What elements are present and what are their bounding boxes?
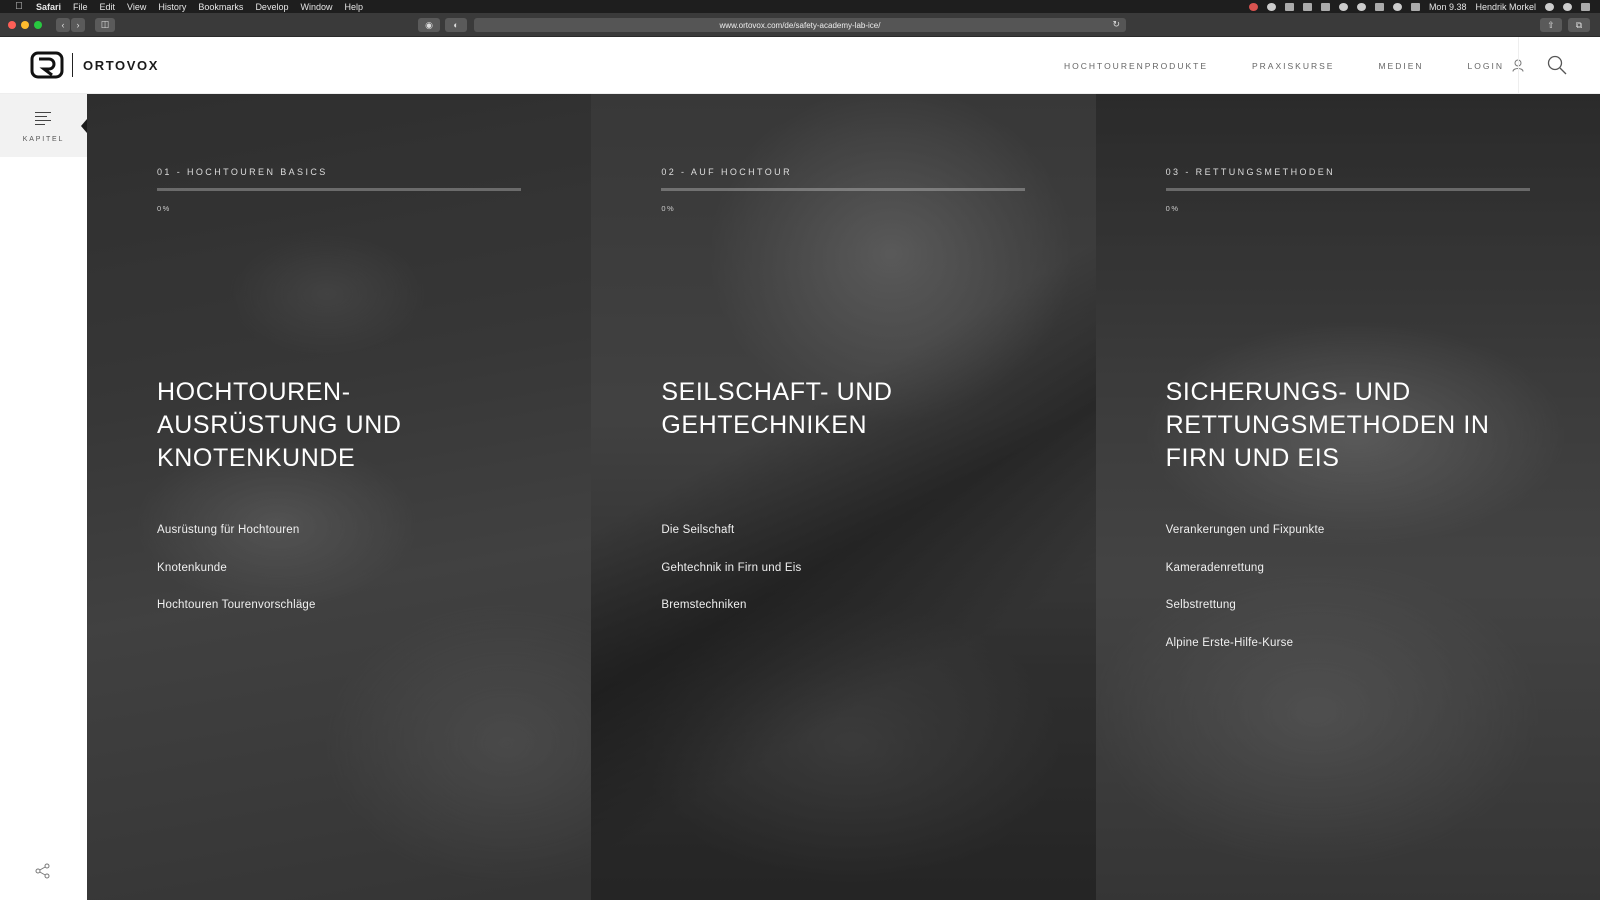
- status-app-icon[interactable]: [1320, 2, 1330, 11]
- status-app-icon[interactable]: [1284, 2, 1294, 11]
- url-text: www.ortovox.com/de/safety-academy-lab-ic…: [719, 20, 881, 30]
- os-menubar:  Safari File Edit View History Bookmark…: [0, 0, 1600, 13]
- bluetooth-icon[interactable]: [1374, 2, 1384, 11]
- chapter-panels: 01 - HOCHTOUREN BASICS 0% HOCHTOUREN-AUS…: [87, 94, 1600, 900]
- chapter-panel-2[interactable]: 02 - AUF HOCHTOUR 0% SEILSCHAFT- UND GEH…: [591, 94, 1096, 900]
- kapitel-label: KAPITEL: [22, 136, 65, 143]
- status-app-icon[interactable]: [1248, 2, 1258, 11]
- menu-app[interactable]: Safari: [36, 2, 61, 12]
- progress-bar: [157, 188, 521, 191]
- ortovox-logo[interactable]: ORTOVOX: [30, 51, 159, 79]
- nav-hochtourenprodukte[interactable]: HOCHTOURENPRODUKTE: [1064, 61, 1208, 71]
- notification-center-icon[interactable]: [1581, 2, 1590, 11]
- progress-label: 0%: [661, 204, 676, 213]
- chapter-heading[interactable]: SEILSCHAFT- UND GEHTECHNIKEN: [661, 376, 1021, 442]
- nav-medien[interactable]: MEDIEN: [1378, 61, 1423, 71]
- chapter-kicker: 02 - AUF HOCHTOUR: [661, 167, 792, 177]
- apple-icon[interactable]: : [12, 1, 26, 12]
- toolbar-right: ⇧ ⧉: [1540, 18, 1590, 32]
- menu-edit[interactable]: Edit: [100, 2, 116, 12]
- site-header: ORTOVOX HOCHTOURENPRODUKTE PRAXISKURSE M…: [0, 37, 1600, 94]
- menu-window[interactable]: Window: [300, 2, 332, 12]
- progress-bar: [661, 188, 1026, 191]
- share-icon[interactable]: [34, 862, 52, 880]
- header-divider: [1518, 37, 1519, 94]
- chapter-link[interactable]: Bremstechniken: [661, 599, 801, 637]
- chapter-kicker: 01 - HOCHTOUREN BASICS: [157, 167, 328, 177]
- shield-icon[interactable]: ◐: [445, 18, 467, 32]
- share-page-button[interactable]: ⇧: [1540, 18, 1562, 32]
- panel-overlay: [87, 94, 592, 900]
- chapter-list: Ausrüstung für Hochtouren Knotenkunde Ho…: [157, 524, 316, 637]
- status-app-icon[interactable]: [1302, 2, 1312, 11]
- chapter-link[interactable]: Verankerungen und Fixpunkte: [1166, 524, 1325, 562]
- wifi-icon[interactable]: [1392, 2, 1402, 11]
- spotlight-icon[interactable]: [1545, 2, 1554, 11]
- time-machine-icon[interactable]: [1356, 2, 1366, 11]
- menu-history[interactable]: History: [158, 2, 186, 12]
- chapter-link[interactable]: Knotenkunde: [157, 562, 316, 600]
- menu-file[interactable]: File: [73, 2, 88, 12]
- sidebar-toggle-button[interactable]: ◫: [95, 17, 115, 32]
- login-label: LOGIN: [1467, 60, 1504, 71]
- progress-bar: [1165, 188, 1530, 191]
- chapter-list: Die Seilschaft Gehtechnik in Firn und Ei…: [661, 524, 801, 637]
- logo-mark-icon: [30, 51, 64, 79]
- extensions: ◉ ◐: [418, 18, 467, 32]
- user-name[interactable]: Hendrik Morkel: [1475, 2, 1536, 12]
- window-controls: [8, 20, 42, 29]
- panel-overlay: [1095, 94, 1600, 900]
- chapter-link[interactable]: Hochtouren Tourenvorschläge: [157, 599, 316, 637]
- tabs-overview-button[interactable]: ⧉: [1568, 18, 1590, 32]
- chapter-heading[interactable]: SICHERUNGS- UND RETTUNGSMETHODEN IN FIRN…: [1166, 376, 1536, 475]
- menu-help[interactable]: Help: [344, 2, 363, 12]
- chapter-link[interactable]: Alpine Erste-Hilfe-Kurse: [1166, 637, 1325, 675]
- reload-icon[interactable]: ↻: [1112, 19, 1120, 30]
- login-link[interactable]: LOGIN: [1468, 59, 1524, 72]
- search-icon[interactable]: [1546, 54, 1568, 76]
- progress-label: 0%: [1165, 204, 1180, 213]
- main-nav: HOCHTOURENPRODUKTE PRAXISKURSE MEDIEN LO…: [1064, 37, 1568, 94]
- chapter-list: Verankerungen und Fixpunkte Kameradenret…: [1166, 524, 1325, 674]
- chapter-link[interactable]: Die Seilschaft: [661, 524, 801, 562]
- logo-wordmark: ORTOVOX: [83, 57, 159, 73]
- panel-overlay: [591, 94, 1096, 900]
- chapter-panel-3[interactable]: 03 - RETTUNGSMETHODEN 0% SICHERUNGS- UND…: [1095, 94, 1600, 900]
- chapter-rail: KAPITEL: [0, 94, 87, 900]
- chapter-link[interactable]: Selbstrettung: [1166, 599, 1325, 637]
- status-area: Mon 9.38 Hendrik Morkel: [1248, 2, 1600, 12]
- back-button[interactable]: ‹: [56, 17, 70, 32]
- chapter-link[interactable]: Gehtechnik in Firn und Eis: [661, 562, 801, 600]
- address-bar[interactable]: www.ortovox.com/de/safety-academy-lab-ic…: [474, 18, 1126, 32]
- chapter-panel-1[interactable]: 01 - HOCHTOUREN BASICS 0% HOCHTOUREN-AUS…: [87, 94, 592, 900]
- zoom-window-button[interactable]: [34, 20, 42, 29]
- status-app-icon[interactable]: [1266, 2, 1276, 11]
- logo-separator: [72, 53, 73, 77]
- history-nav: ‹ ›: [56, 17, 85, 32]
- siri-icon[interactable]: [1563, 2, 1572, 11]
- chapter-link[interactable]: Kameradenrettung: [1166, 562, 1325, 600]
- progress-label: 0%: [157, 204, 171, 213]
- kapitel-button[interactable]: KAPITEL: [0, 94, 87, 157]
- minimize-window-button[interactable]: [21, 20, 29, 29]
- chapter-link[interactable]: Ausrüstung für Hochtouren: [157, 524, 316, 562]
- menu-develop[interactable]: Develop: [255, 2, 288, 12]
- extension-icon[interactable]: ◉: [418, 18, 440, 32]
- forward-button[interactable]: ›: [71, 17, 85, 32]
- dropbox-icon[interactable]: [1338, 2, 1348, 11]
- chapter-heading[interactable]: HOCHTOUREN-AUSRÜSTUNG UND KNOTENKUNDE: [157, 376, 517, 475]
- clock[interactable]: Mon 9.38: [1429, 2, 1467, 12]
- menu-view[interactable]: View: [127, 2, 146, 12]
- hamburger-icon: [35, 112, 51, 126]
- chapter-kicker: 03 - RETTUNGSMETHODEN: [1165, 167, 1336, 177]
- nav-praxiskurse[interactable]: PRAXISKURSE: [1252, 61, 1334, 71]
- menu-bookmarks[interactable]: Bookmarks: [198, 2, 243, 12]
- volume-icon[interactable]: [1410, 2, 1420, 11]
- close-window-button[interactable]: [8, 20, 16, 29]
- browser-toolbar: ‹ › ◫ ◉ ◐ www.ortovox.com/de/safety-acad…: [0, 13, 1600, 37]
